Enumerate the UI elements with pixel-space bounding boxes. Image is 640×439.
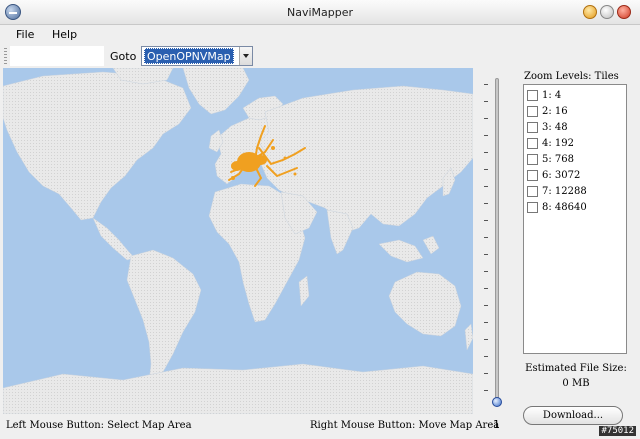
toolbar: Goto OpenOPNVMap bbox=[0, 44, 640, 68]
slider-tick bbox=[484, 254, 488, 255]
zoom-level-checkbox[interactable] bbox=[527, 202, 538, 213]
zoom-level-label: 5: 768 bbox=[542, 154, 574, 165]
slider-tick bbox=[484, 288, 488, 289]
slider-tick bbox=[484, 220, 488, 221]
slider-tick bbox=[484, 135, 488, 136]
zoom-level-row[interactable]: 6: 3072 bbox=[527, 168, 580, 183]
slider-tick bbox=[484, 271, 488, 272]
status-right-hint: Right Mouse Button: Move Map Area bbox=[310, 420, 500, 431]
world-map-image bbox=[3, 68, 473, 414]
zoom-level-row[interactable]: 7: 12288 bbox=[527, 184, 587, 199]
zoom-level-checkbox[interactable] bbox=[527, 106, 538, 117]
goto-label: Goto bbox=[110, 50, 137, 63]
slider-tick bbox=[484, 322, 488, 323]
slider-tick bbox=[484, 237, 488, 238]
zoom-slider[interactable] bbox=[495, 78, 499, 400]
slider-tick bbox=[484, 356, 488, 357]
watermark: #75012 bbox=[599, 426, 636, 436]
slider-tick bbox=[484, 373, 488, 374]
zoom-levels-title: Zoom Levels: Tiles bbox=[524, 71, 619, 82]
close-button[interactable] bbox=[617, 5, 631, 19]
zoom-level-label: 2: 16 bbox=[542, 106, 568, 117]
zoom-slider-handle[interactable] bbox=[492, 397, 502, 407]
zoom-level-checkbox[interactable] bbox=[527, 170, 538, 181]
zoom-level-label: 4: 192 bbox=[542, 138, 574, 149]
slider-tick bbox=[484, 390, 488, 391]
map-view[interactable] bbox=[3, 68, 473, 414]
zoom-level-row[interactable]: 4: 192 bbox=[527, 136, 574, 151]
estimated-size-value: 0 MB bbox=[562, 378, 590, 389]
slider-tick bbox=[484, 186, 488, 187]
estimated-size-label: Estimated File Size: bbox=[525, 363, 627, 374]
chevron-down-icon[interactable] bbox=[239, 47, 252, 65]
zoom-level-label: 7: 12288 bbox=[542, 186, 587, 197]
window-title: NaviMapper bbox=[286, 6, 354, 19]
zoom-level-label: 8: 48640 bbox=[542, 202, 587, 213]
zoom-level-row[interactable]: 1: 4 bbox=[527, 88, 561, 103]
zoom-level-checkbox[interactable] bbox=[527, 154, 538, 165]
map-source-select[interactable]: OpenOPNVMap bbox=[141, 46, 253, 66]
slider-tick bbox=[484, 203, 488, 204]
menu-help[interactable]: Help bbox=[52, 28, 77, 41]
zoom-levels-list: 1: 4 2: 16 3: 48 4: 192 5: 768 6: 3072 7: 1228… bbox=[523, 84, 627, 354]
slider-tick bbox=[484, 169, 488, 170]
zoom-level-checkbox[interactable] bbox=[527, 122, 538, 133]
title-bar: NaviMapper bbox=[0, 0, 640, 25]
slider-tick bbox=[484, 118, 488, 119]
minimize-button[interactable] bbox=[583, 5, 597, 19]
slider-tick bbox=[484, 101, 488, 102]
status-left-hint: Left Mouse Button: Select Map Area bbox=[6, 420, 192, 431]
zoom-level-label: 6: 3072 bbox=[542, 170, 581, 181]
goto-input[interactable] bbox=[10, 46, 104, 66]
slider-tick bbox=[484, 305, 488, 306]
map-source-value: OpenOPNVMap bbox=[144, 48, 234, 64]
zoom-level-row[interactable]: 8: 48640 bbox=[527, 200, 587, 215]
menu-bar: File Help bbox=[0, 25, 640, 44]
zoom-level-checkbox[interactable] bbox=[527, 138, 538, 149]
zoom-level-row[interactable]: 5: 768 bbox=[527, 152, 574, 167]
menu-file[interactable]: File bbox=[16, 28, 34, 41]
zoom-level-label: 3: 48 bbox=[542, 122, 568, 133]
zoom-level-row[interactable]: 3: 48 bbox=[527, 120, 568, 135]
zoom-level-checkbox[interactable] bbox=[527, 90, 538, 101]
slider-tick bbox=[484, 84, 488, 85]
zoom-level-row[interactable]: 2: 16 bbox=[527, 104, 568, 119]
slider-tick bbox=[484, 339, 488, 340]
slider-tick bbox=[484, 152, 488, 153]
zoom-level-checkbox[interactable] bbox=[527, 186, 538, 197]
maximize-button[interactable] bbox=[600, 5, 614, 19]
zoom-level-label: 1: 4 bbox=[542, 90, 562, 101]
toolbar-grip-icon[interactable] bbox=[4, 48, 7, 64]
download-button[interactable]: Download... bbox=[523, 406, 623, 425]
